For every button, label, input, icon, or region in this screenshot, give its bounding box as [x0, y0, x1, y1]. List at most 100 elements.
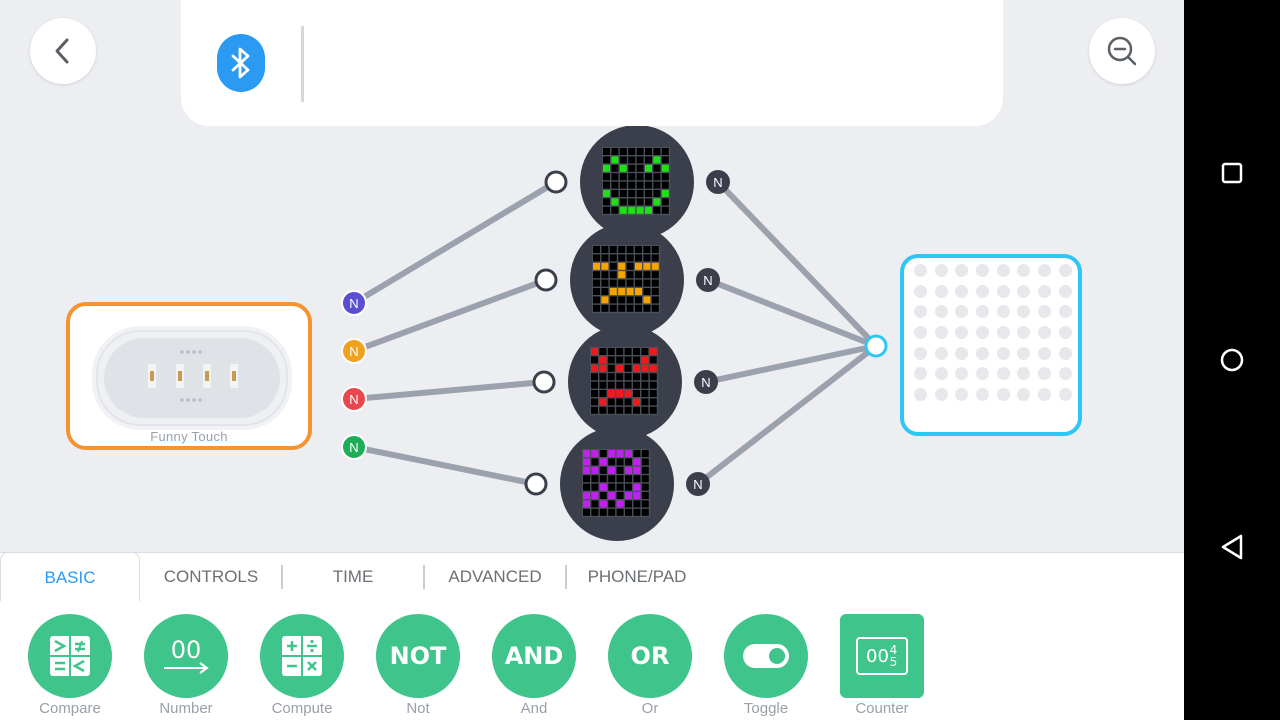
matrix-led	[1058, 284, 1072, 298]
toggle-block[interactable]: Toggle	[708, 614, 824, 717]
counter-block[interactable]: 00 45 Counter	[824, 614, 940, 717]
matrix-led	[934, 367, 948, 381]
wire	[705, 277, 879, 349]
matrix-led	[1017, 346, 1031, 360]
matrix-led	[976, 305, 990, 319]
svg-text:N: N	[693, 477, 702, 492]
face-angry[interactable]	[568, 325, 682, 439]
matrix-led	[934, 326, 948, 340]
matrix-led	[1017, 264, 1031, 277]
tab-time[interactable]: TIME	[283, 553, 423, 601]
toggle-icon	[724, 614, 808, 698]
matrix-led	[914, 367, 927, 381]
android-back-button[interactable]	[1210, 525, 1254, 569]
and-label: And	[520, 700, 548, 717]
face-input-port[interactable]	[544, 170, 568, 194]
face-output-node[interactable]: N	[696, 268, 720, 292]
home-button[interactable]	[1210, 338, 1254, 382]
device-label: Funny Touch	[150, 429, 228, 444]
counter-glyph: 00	[866, 645, 889, 667]
wire	[351, 379, 547, 402]
or-label: Or	[641, 700, 659, 717]
device-output-node[interactable]: N	[341, 386, 367, 412]
not-glyph: NOT	[389, 642, 447, 670]
matrix-led	[1058, 326, 1072, 340]
zoom-out-icon	[1107, 36, 1137, 66]
svg-text:N: N	[703, 273, 712, 288]
and-icon: AND	[492, 614, 576, 698]
matrix-led	[914, 284, 927, 298]
matrix-led	[976, 346, 990, 360]
and-block[interactable]: AND And	[476, 614, 592, 717]
tab-controls[interactable]: CONTROLS	[141, 553, 281, 601]
number-glyph: 00	[170, 636, 202, 664]
face-input-port[interactable]	[534, 268, 558, 292]
number-icon: 00	[144, 614, 228, 698]
back-button[interactable]	[30, 18, 96, 84]
matrix-led	[1058, 346, 1072, 360]
matrix-led	[1058, 388, 1072, 402]
or-icon: OR	[608, 614, 692, 698]
or-block[interactable]: OR Or	[592, 614, 708, 717]
face-output-node[interactable]: N	[706, 170, 730, 194]
face-neutral[interactable]	[570, 223, 684, 337]
bluetooth-button[interactable]	[217, 34, 265, 92]
matrix-led	[1017, 284, 1031, 298]
tab-advanced[interactable]: ADVANCED	[425, 553, 565, 601]
matrix-led	[1038, 326, 1052, 340]
matrix-input-port[interactable]	[864, 334, 888, 358]
matrix-led	[955, 346, 969, 360]
connection-panel	[181, 0, 1003, 126]
matrix-led	[1017, 305, 1031, 319]
compute-block[interactable]: Compute	[244, 614, 360, 717]
matrix-led	[996, 326, 1010, 340]
block-palette: Compare 00 Number Compute NOT Not AND An…	[0, 601, 1184, 720]
matrix-led	[955, 388, 969, 402]
matrix-led	[996, 346, 1010, 360]
face-confused[interactable]	[560, 427, 674, 541]
face-output-node[interactable]: N	[686, 472, 710, 496]
matrix-led	[934, 305, 948, 319]
matrix-led	[934, 388, 948, 402]
number-block[interactable]: 00 Number	[128, 614, 244, 717]
svg-text:N: N	[701, 375, 710, 390]
matrix-led	[996, 388, 1010, 402]
counter-glyph-small: 45	[889, 643, 898, 669]
device-output-node[interactable]: N	[341, 434, 367, 460]
logic-canvas[interactable]: N N N N N N N N Funny Touch	[0, 0, 1184, 552]
and-glyph: AND	[504, 642, 564, 670]
matrix-led	[914, 346, 927, 360]
recents-icon	[1221, 162, 1243, 184]
device-output-node[interactable]: N	[341, 338, 367, 364]
matrix-led	[1038, 346, 1052, 360]
matrix-led	[976, 388, 990, 402]
tab-phone-pad[interactable]: PHONE/PAD	[567, 553, 707, 601]
not-label: Not	[406, 700, 430, 717]
led-matrix-output[interactable]	[900, 254, 1082, 436]
funny-touch-device[interactable]: Funny Touch	[66, 302, 312, 450]
number-label: Number	[159, 700, 213, 717]
compare-icon	[28, 614, 112, 698]
counter-label: Counter	[855, 700, 909, 717]
not-block[interactable]: NOT Not	[360, 614, 476, 717]
divider	[301, 26, 304, 102]
zoom-out-button[interactable]	[1089, 18, 1155, 84]
compare-label: Compare	[39, 700, 101, 717]
compute-icon	[260, 614, 344, 698]
matrix-led	[1058, 264, 1072, 277]
svg-text:N: N	[349, 392, 358, 407]
matrix-led	[955, 264, 969, 277]
compare-block[interactable]: Compare	[12, 614, 128, 717]
face-input-port[interactable]	[524, 472, 548, 496]
svg-text:N: N	[349, 296, 358, 311]
matrix-led	[976, 284, 990, 298]
face-input-port[interactable]	[532, 370, 556, 394]
recents-button[interactable]	[1210, 151, 1254, 195]
matrix-led	[996, 305, 1010, 319]
face-smile[interactable]	[580, 125, 694, 239]
face-output-node[interactable]: N	[694, 370, 718, 394]
tab-basic[interactable]: BASIC	[0, 552, 140, 603]
device-output-node[interactable]: N	[341, 290, 367, 316]
matrix-led	[1017, 326, 1031, 340]
matrix-led	[1058, 305, 1072, 319]
